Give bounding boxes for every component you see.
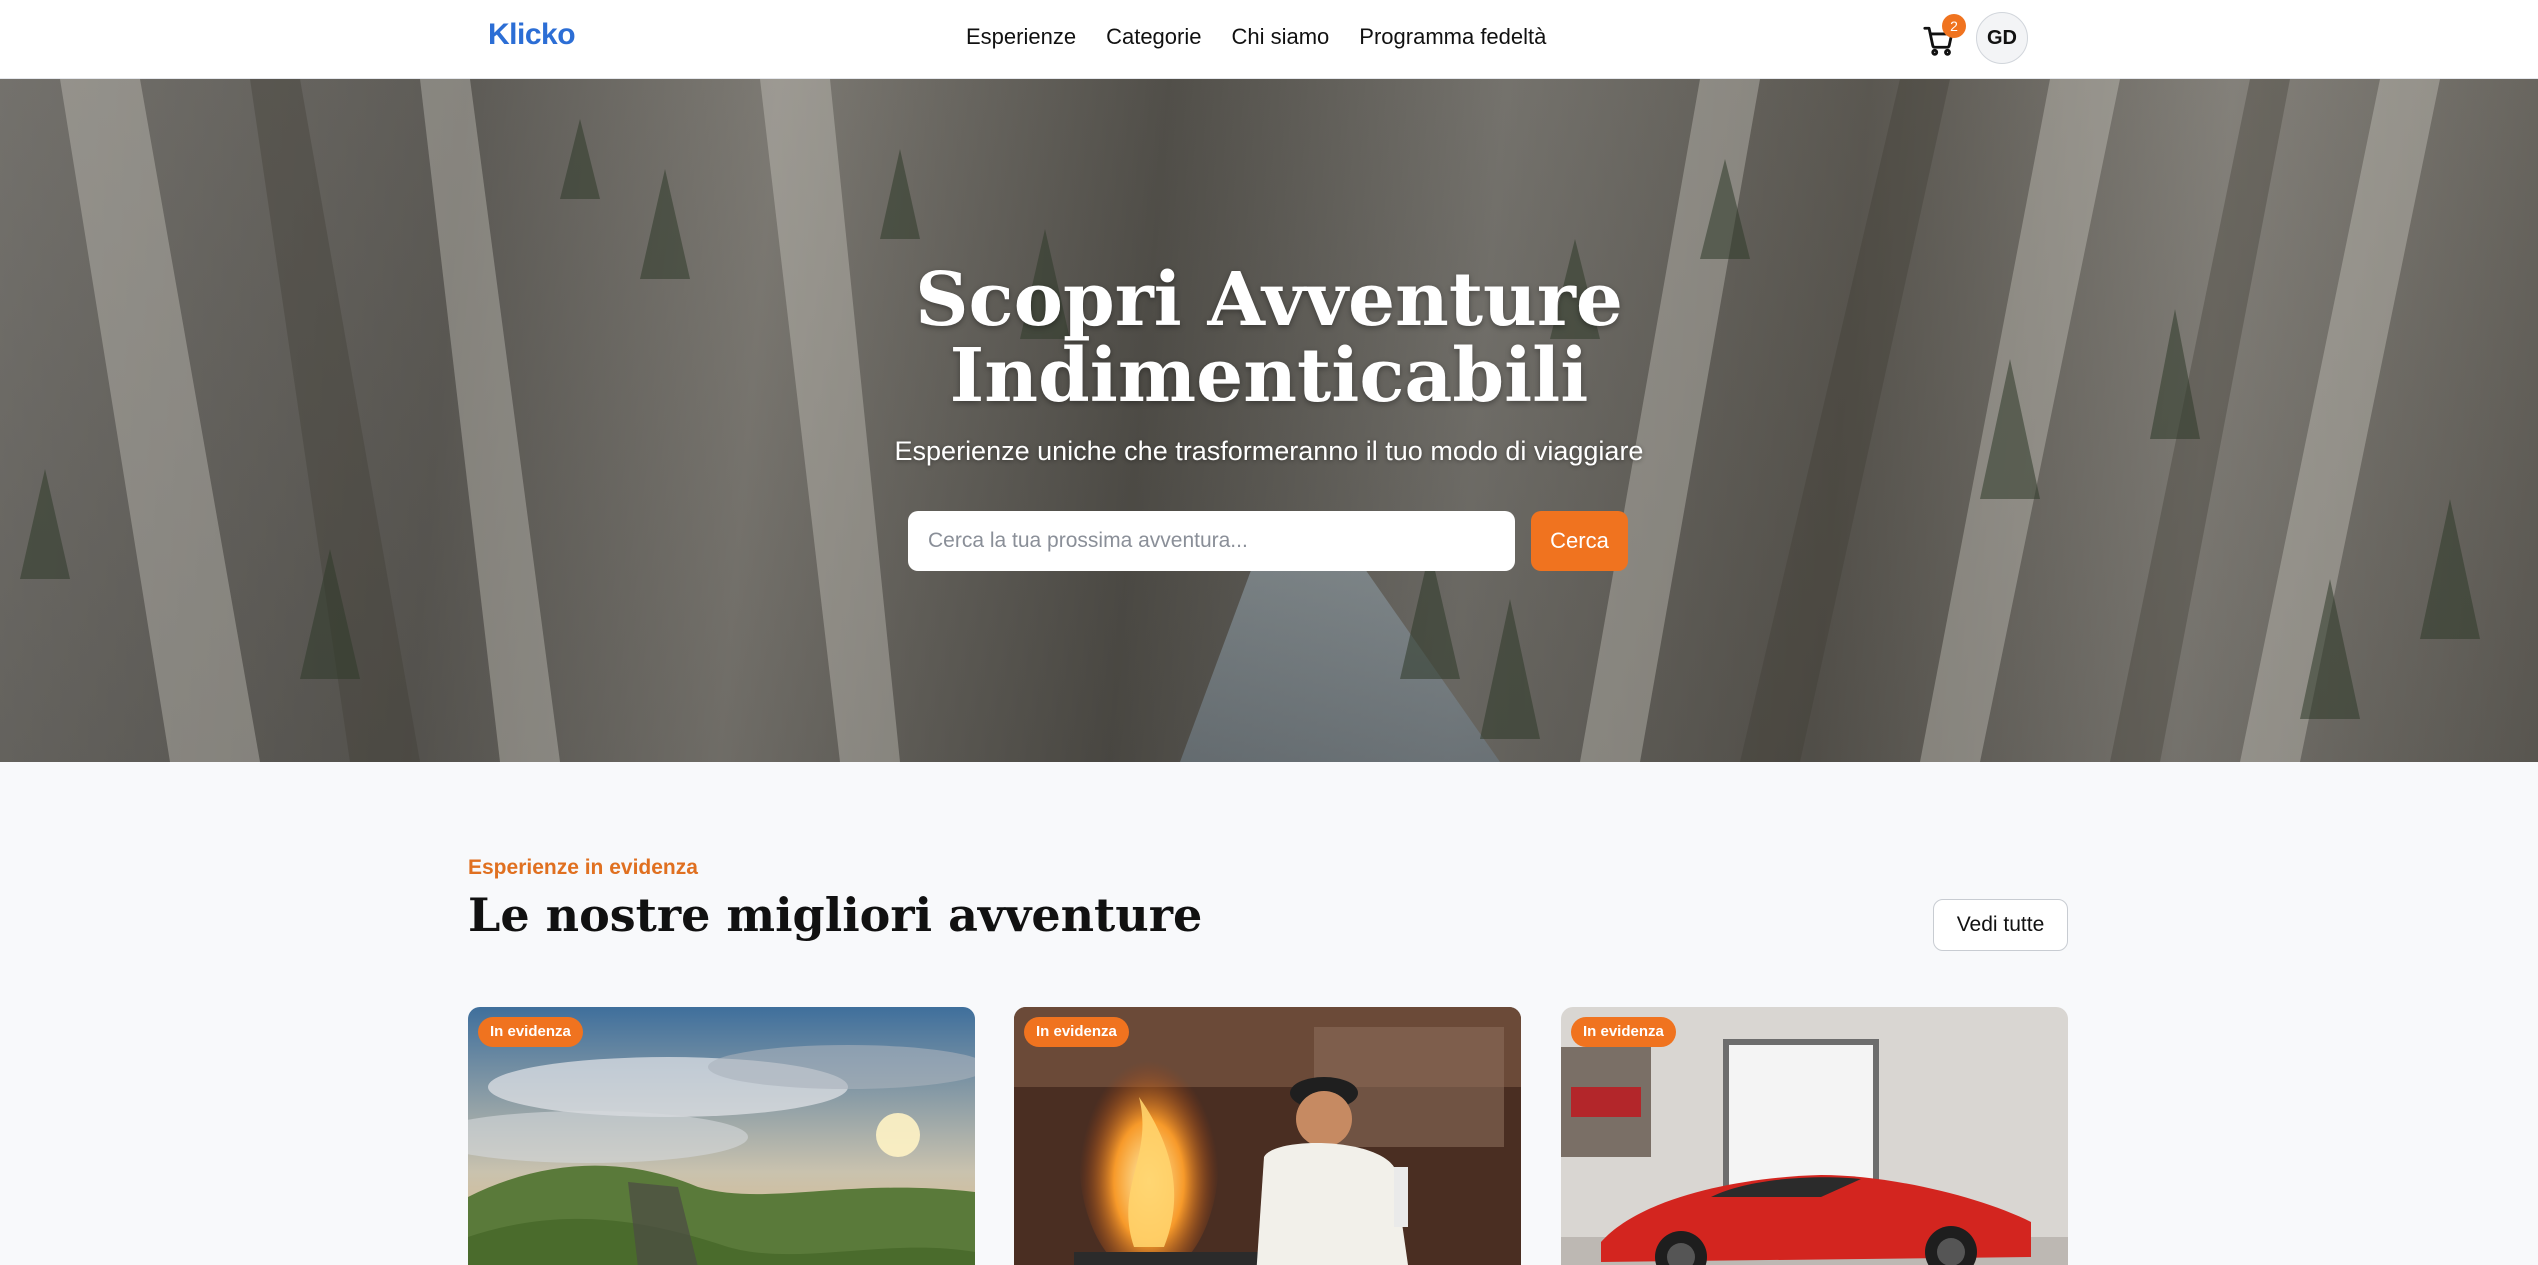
experience-card[interactable]: In evidenza: [1014, 1007, 1521, 1265]
hero-title-line-2: Indimenticabili: [949, 333, 1589, 419]
top-navbar: Klicko Esperienze Categorie Chi siamo Pr…: [0, 0, 2538, 79]
experience-card[interactable]: In evidenza: [1561, 1007, 2068, 1265]
hero-background-image: [20, 79, 2480, 762]
search-input[interactable]: [908, 511, 1515, 571]
experience-card[interactable]: In evidenza: [468, 1007, 975, 1265]
see-all-button[interactable]: Vedi tutte: [1933, 899, 2068, 951]
logo[interactable]: Klicko: [488, 18, 576, 52]
hero-banner: Scopri Avventure Indimenticabili Esperie…: [0, 79, 2538, 762]
nav-link-categorie[interactable]: Categorie: [1106, 24, 1201, 50]
featured-badge: In evidenza: [1571, 1017, 1676, 1047]
main-nav: Esperienze Categorie Chi siamo Programma…: [966, 24, 1546, 50]
nav-link-chi-siamo[interactable]: Chi siamo: [1231, 24, 1329, 50]
hero-subtitle: Esperienze uniche che trasformeranno il …: [894, 436, 1644, 466]
user-avatar[interactable]: GD: [1976, 12, 2028, 64]
cart-count-badge: 2: [1942, 14, 1966, 38]
cart-button[interactable]: 2: [1922, 14, 1966, 60]
hero-title-line-1: Scopri Avventure: [915, 257, 1623, 343]
nav-link-programma-fedelta[interactable]: Programma fedeltà: [1359, 24, 1546, 50]
section-eyebrow: Esperienze in evidenza: [468, 856, 698, 879]
featured-badge: In evidenza: [478, 1017, 583, 1047]
featured-badge: In evidenza: [1024, 1017, 1129, 1047]
section-title: Le nostre migliori avventure: [468, 888, 1203, 942]
search-button[interactable]: Cerca: [1531, 511, 1628, 571]
hero-title: Scopri Avventure Indimenticabili: [0, 262, 2538, 414]
nav-link-esperienze[interactable]: Esperienze: [966, 24, 1076, 50]
